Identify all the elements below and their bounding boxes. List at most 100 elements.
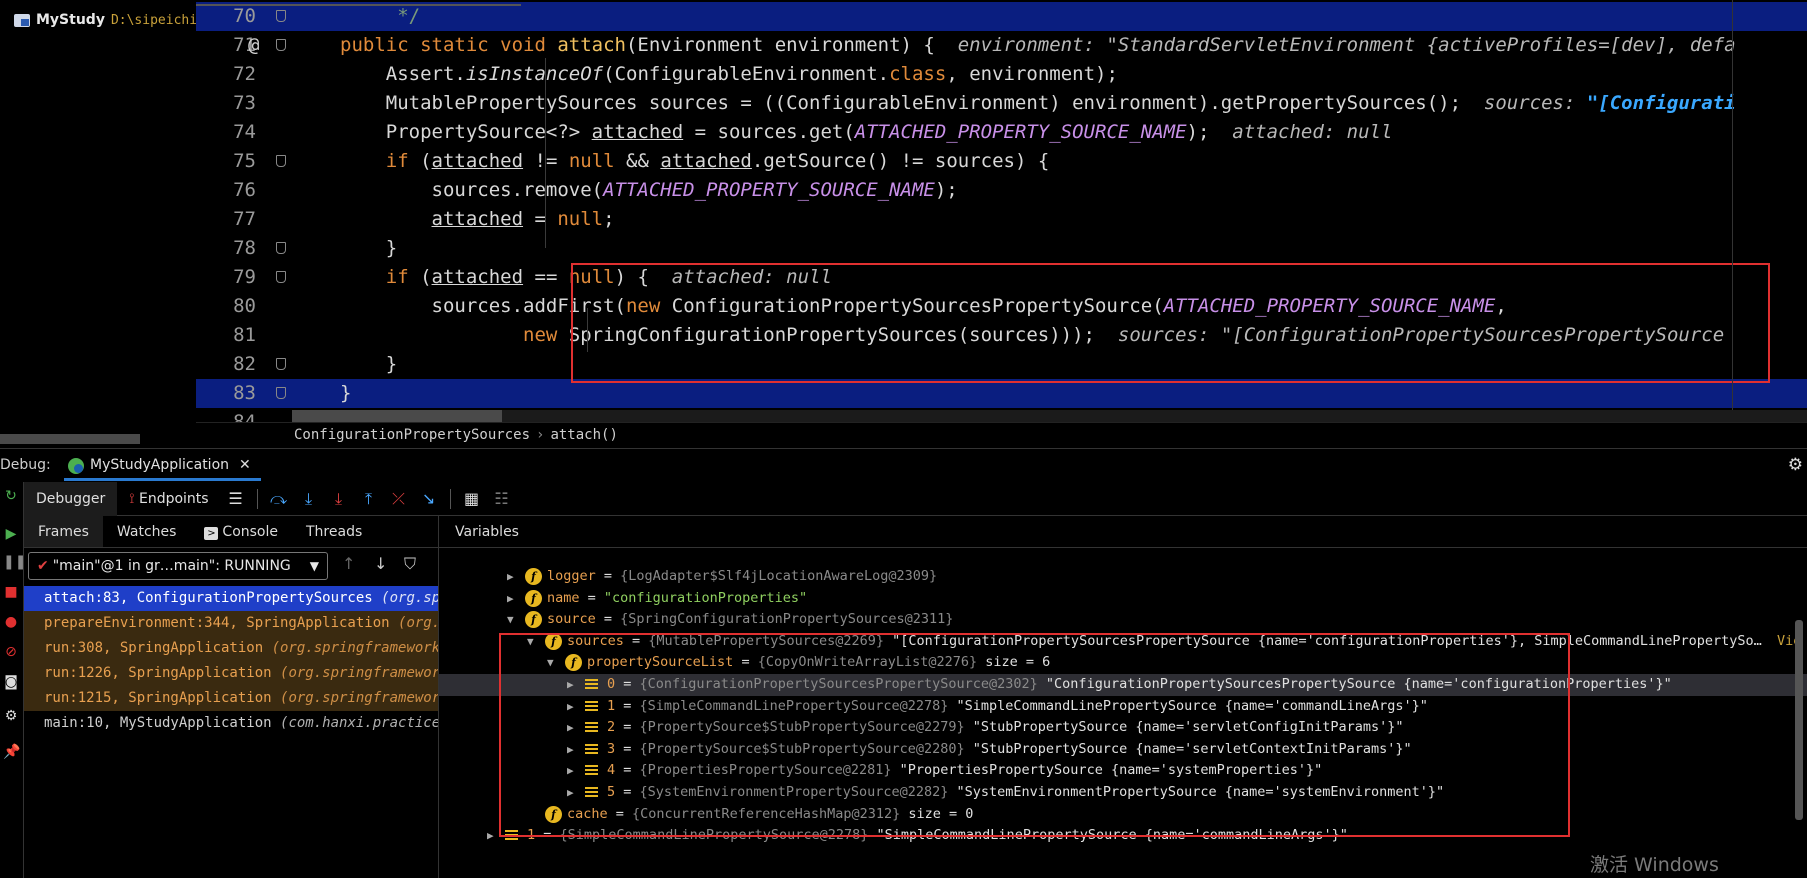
tab-endpoints-label: Endpoints: [138, 490, 209, 507]
variables-scrollbar[interactable]: [1795, 620, 1803, 820]
code-line[interactable]: 74 PropertySource<?> attached = sources.…: [196, 118, 1807, 147]
view-breakpoints-icon[interactable]: ●: [3, 614, 19, 630]
step-into-icon[interactable]: ⤓: [294, 489, 324, 509]
pause-icon[interactable]: ❚❚: [3, 554, 26, 570]
breadcrumb-class[interactable]: ConfigurationPropertySources: [294, 427, 530, 443]
breadcrumb-method[interactable]: attach(): [550, 427, 617, 443]
code-text: }: [340, 379, 351, 408]
code-token: .getSource() != sources) {: [751, 150, 1050, 172]
code-token: isInstanceOf: [465, 63, 604, 85]
tab-threads[interactable]: Threads: [292, 516, 376, 547]
arrow-down-icon[interactable]: ↓: [374, 554, 387, 573]
fold-icon[interactable]: [276, 155, 286, 167]
code-line[interactable]: 73 MutablePropertySources sources = ((Co…: [196, 89, 1807, 118]
fold-icon[interactable]: [276, 387, 286, 399]
tab-endpoints[interactable]: ⟟ Endpoints: [117, 482, 220, 516]
stack-frame[interactable]: prepareEnvironment:344, SpringApplicatio…: [24, 611, 438, 636]
frame-method: attach:83, ConfigurationPropertySources: [44, 590, 382, 606]
project-path: D:\sipeichi: [110, 12, 198, 28]
frame-method: run:1226, SpringApplication: [44, 665, 281, 681]
mute-breakpoints-icon[interactable]: ⊘: [3, 644, 19, 660]
tab-watches[interactable]: Watches: [103, 516, 191, 547]
code-line[interactable]: 71 @ public static void attach(Environment…: [196, 31, 1807, 60]
frame-package: (org.sp: [398, 615, 438, 631]
inline-debug-value: environment: "StandardServletEnvironment…: [957, 34, 1736, 56]
fold-icon[interactable]: [276, 271, 286, 283]
code-line[interactable]: 70 */: [196, 2, 1807, 31]
expand-arrow-icon[interactable]: ▶: [507, 566, 514, 588]
trace-stream-icon[interactable]: ☷: [487, 489, 517, 508]
stack-frame[interactable]: run:1215, SpringApplication (org.springf…: [24, 686, 438, 711]
project-root-item[interactable]: MyStudy D:\sipeichi: [14, 12, 197, 28]
camera-icon[interactable]: ◙: [3, 674, 19, 690]
code-line[interactable]: 76 sources.remove(ATTACHED_PROPERTY_SOUR…: [196, 176, 1807, 205]
variable-row[interactable]: ▶ f logger = {LogAdapter$Slf4jLocationAwar…: [439, 566, 1807, 588]
thread-select[interactable]: ✔ "main"@1 in gr…main": RUNNING ▼: [28, 552, 328, 580]
code-line[interactable]: 77 attached = null;: [196, 205, 1807, 234]
inline-debug-value: attached: null: [1232, 121, 1393, 143]
frame-package: (com.hanxi.practice): [280, 715, 438, 731]
fold-icon[interactable]: [276, 358, 286, 370]
code-token: attached: [660, 150, 752, 172]
evaluate-expression-icon[interactable]: ▦: [457, 489, 487, 508]
debug-session-name: MyStudyApplication: [90, 457, 230, 473]
editor-scrollbar-track: [292, 410, 1807, 422]
tab-frames[interactable]: Frames: [24, 516, 103, 547]
debug-session-tab[interactable]: MyStudyApplication ✕: [64, 451, 261, 481]
stack-frame[interactable]: main:10, MyStudyApplication (com.hanxi.p…: [24, 711, 438, 736]
tab-debugger[interactable]: Debugger: [24, 481, 118, 516]
stack-frame[interactable]: run:308, SpringApplication (org.springfr…: [24, 636, 438, 661]
variable-row[interactable]: ▼ f source = {SpringConfigurationPropertyS…: [439, 609, 1807, 631]
expand-arrow-icon[interactable]: ▶: [507, 588, 514, 610]
chevron-down-icon: ▼: [309, 559, 319, 573]
stop-icon[interactable]: ■: [3, 584, 19, 600]
override-marker-icon[interactable]: @: [248, 31, 259, 60]
step-out-icon[interactable]: ⤒: [354, 489, 384, 509]
toolbar-separator: [449, 488, 451, 509]
code-line[interactable]: 78 }: [196, 234, 1807, 263]
tab-console[interactable]: > Console: [190, 516, 292, 547]
menu-icon[interactable]: ☰: [221, 489, 251, 508]
project-scrollbar[interactable]: [0, 434, 140, 444]
settings-icon[interactable]: ⚙: [3, 708, 19, 724]
code-text: sources.remove(ATTACHED_PROPERTY_SOURCE_…: [340, 176, 958, 205]
gear-icon[interactable]: ⚙: [1788, 455, 1803, 475]
line-number: 78: [233, 237, 256, 259]
debug-tool-window-header: Debug: MyStudyApplication ✕ ⚙: [0, 448, 1807, 482]
code-token: (Environment environment) {: [625, 34, 958, 56]
force-step-into-icon[interactable]: ⤓: [324, 489, 354, 509]
fold-icon[interactable]: [276, 242, 286, 254]
code-line[interactable]: 72 Assert.isInstanceOf(ConfigurableEnvir…: [196, 60, 1807, 89]
code-text: attached = null;: [340, 205, 615, 234]
filter-icon[interactable]: ⛉: [404, 554, 416, 574]
frames-panel: Frames Watches > Console Threads ✔ "main"@…: [24, 516, 439, 878]
arrow-up-icon[interactable]: ↑: [342, 554, 355, 573]
variable-equals: =: [595, 568, 621, 584]
collapse-arrow-icon[interactable]: ▼: [507, 609, 514, 631]
code-line[interactable]: 83}: [196, 379, 1807, 408]
stack-frame[interactable]: attach:83, ConfigurationPropertySources …: [24, 586, 438, 611]
close-icon[interactable]: ✕: [239, 457, 251, 473]
fold-icon[interactable]: [276, 39, 286, 51]
code-token: ;: [603, 208, 615, 230]
fold-icon[interactable]: [276, 10, 286, 22]
code-line[interactable]: 75 if (attached != null && attached.getS…: [196, 147, 1807, 176]
line-number: 73: [233, 92, 256, 114]
stack-frame[interactable]: run:1226, SpringApplication (org.springf…: [24, 661, 438, 686]
code-token: (ConfigurableEnvironment.: [603, 63, 890, 85]
code-text: }: [340, 350, 397, 379]
editor-scrollbar[interactable]: [292, 410, 502, 422]
expand-arrow-icon[interactable]: ▶: [487, 825, 494, 847]
step-over-icon[interactable]: ⤼: [264, 489, 294, 509]
pin-icon[interactable]: 📌: [3, 744, 20, 760]
code-token: if: [385, 150, 409, 172]
drop-frame-icon[interactable]: ⤫: [384, 489, 414, 509]
rerun-icon[interactable]: ↻: [3, 488, 19, 504]
code-editor[interactable]: 70 */71 @ public static void attach(Enviro…: [196, 0, 1807, 422]
line-number: 70: [233, 5, 256, 27]
resume-icon[interactable]: ▶: [3, 526, 19, 542]
variable-row[interactable]: ▶ f name = "configurationProperties": [439, 588, 1807, 610]
run-to-cursor-icon[interactable]: ↘: [414, 489, 444, 508]
editor-tab-strip: [196, 0, 521, 6]
